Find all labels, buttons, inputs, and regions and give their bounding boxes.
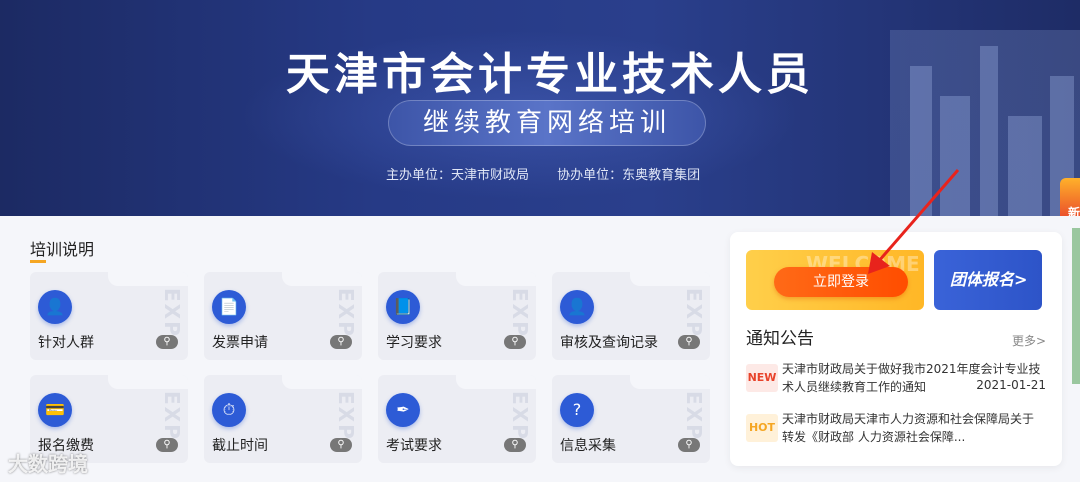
card-label: 信息采集 (560, 438, 616, 454)
hero-banner: 天津市会计专业技术人员 继续教育网络培训 主办单位：天津市财政局 协办单位：东奥… (0, 0, 1080, 216)
card-exam-requirements[interactable]: EXP ✒ 考试要求 ⚲ (378, 375, 536, 463)
stopwatch-icon: ⏱ (212, 393, 246, 427)
more-link[interactable]: 更多> (1012, 332, 1046, 349)
watermark: 大数跨境 (8, 452, 88, 476)
invoice-icon: 📄 (212, 290, 246, 324)
notice-text[interactable]: 天津市财政局天津市人力资源和社会保障局关于转发《财政部 人力资源社会保障... (782, 410, 1044, 446)
card-label: 针对人群 (38, 335, 94, 351)
sponsor-line: 主办单位：天津市财政局 协办单位：东奥教育集团 (386, 164, 724, 183)
search-icon[interactable]: ⚲ (504, 335, 526, 349)
card-label: 考试要求 (386, 438, 442, 454)
login-box: WELCOME 立即登录 (746, 250, 924, 310)
notice-title: 通知公告 (746, 329, 814, 349)
wallet-icon: 💳 (38, 393, 72, 427)
hot-badge: HOT (746, 414, 778, 442)
notice-item[interactable]: NEW 天津市财政局关于做好我市2021年度会计专业技术人员继续教育工作的通知 … (746, 360, 1046, 396)
card-target-audience[interactable]: EXP 👤 针对人群 ⚲ (30, 272, 188, 360)
user-check-icon: 👤 (560, 290, 594, 324)
group-registration-button[interactable]: 团体报名> (934, 250, 1042, 310)
card-label: 截止时间 (212, 438, 268, 454)
card-label: 学习要求 (386, 335, 442, 351)
new-badge: NEW (746, 364, 778, 392)
new-corner-tag[interactable]: 新 (1060, 178, 1080, 216)
cohost-org: 协办单位：东奥教育集团 (557, 168, 701, 183)
host-org: 主办单位：天津市财政局 (386, 168, 530, 183)
card-invoice[interactable]: EXP 📄 发票申请 ⚲ (204, 272, 362, 360)
search-icon[interactable]: ⚲ (678, 438, 700, 452)
search-icon[interactable]: ⚲ (504, 438, 526, 452)
search-icon[interactable]: ⚲ (156, 438, 178, 452)
side-float-strip[interactable] (1072, 228, 1080, 384)
search-icon[interactable]: ⚲ (330, 335, 352, 349)
search-icon[interactable]: ⚲ (156, 335, 178, 349)
card-label: 审核及查询记录 (560, 335, 658, 351)
banner-title: 天津市会计专业技术人员 (286, 49, 814, 100)
clipboard-question-icon: ? (560, 393, 594, 427)
training-section-title: 培训说明 (30, 236, 94, 263)
card-review-records[interactable]: EXP 👤 审核及查询记录 ⚲ (552, 272, 710, 360)
book-icon: 📘 (386, 290, 420, 324)
people-icon: 👤 (38, 290, 72, 324)
search-icon[interactable]: ⚲ (330, 438, 352, 452)
card-info-collection[interactable]: EXP ? 信息采集 ⚲ (552, 375, 710, 463)
login-button[interactable]: 立即登录 (774, 267, 908, 297)
notice-item[interactable]: HOT 天津市财政局天津市人力资源和社会保障局关于转发《财政部 人力资源社会保障… (746, 410, 1046, 446)
search-icon[interactable]: ⚲ (678, 335, 700, 349)
card-deadline[interactable]: EXP ⏱ 截止时间 ⚲ (204, 375, 362, 463)
banner-subtitle: 继续教育网络培训 (388, 100, 706, 146)
card-label: 发票申请 (212, 335, 268, 351)
pen-nib-icon: ✒ (386, 393, 420, 427)
card-study-requirements[interactable]: EXP 📘 学习要求 ⚲ (378, 272, 536, 360)
login-notice-panel: WELCOME 立即登录 团体报名> 通知公告 更多> NEW 天津市财政局关于… (730, 232, 1062, 466)
notice-date: 2021-01-21 (976, 378, 1046, 392)
